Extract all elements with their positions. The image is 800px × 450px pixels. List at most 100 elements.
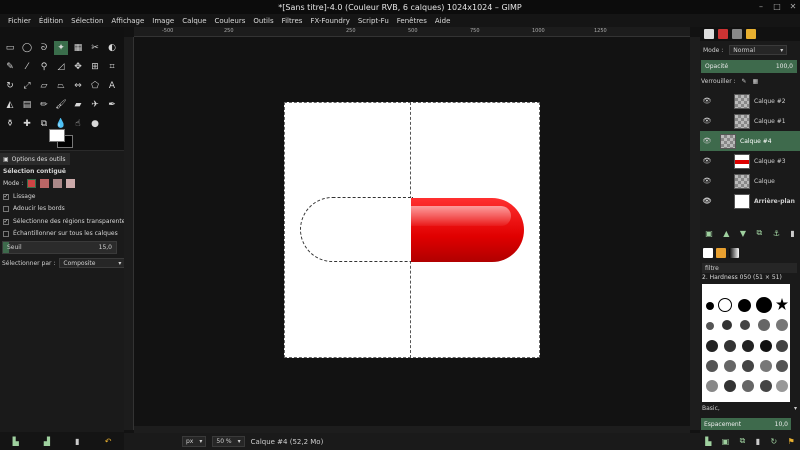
color-select-icon[interactable]: ▦ xyxy=(71,41,85,55)
unit-dropdown[interactable]: px ▾ xyxy=(182,436,207,447)
eye-icon[interactable]: 👁 xyxy=(700,177,714,185)
menu-script-fu[interactable]: Script-Fu xyxy=(354,17,393,25)
new-layer-icon[interactable]: ▣ xyxy=(705,229,713,238)
delete-brush-icon[interactable]: ▮ xyxy=(756,437,760,446)
delete-preset-icon[interactable]: ▮ xyxy=(75,437,79,446)
layers-tab-icon[interactable] xyxy=(704,29,714,39)
flip-icon[interactable]: ⇔ xyxy=(71,79,85,93)
menu-couleurs[interactable]: Couleurs xyxy=(211,17,250,25)
channels-tab-icon[interactable] xyxy=(718,29,728,39)
duplicate-brush-icon[interactable]: ⧉ xyxy=(740,436,746,446)
mode-subtract-icon[interactable] xyxy=(53,179,63,188)
menu-fenetres[interactable]: Fenêtres xyxy=(393,17,431,25)
select-by-dropdown[interactable]: Composite ▾ xyxy=(59,258,126,268)
cage-icon[interactable]: ⬠ xyxy=(88,79,102,93)
layer-row-selected[interactable]: 👁 Calque #4 xyxy=(700,131,800,151)
layer-row[interactable]: 👁 Calque #2 xyxy=(700,91,800,111)
save-preset-icon[interactable]: ▙ xyxy=(13,437,19,446)
refresh-brushes-icon[interactable]: ↻ xyxy=(771,437,778,446)
scissors-icon[interactable]: ✂ xyxy=(88,41,102,55)
close-icon[interactable]: ✕ xyxy=(788,2,798,12)
paths-tab-icon[interactable] xyxy=(732,29,742,39)
brush-item[interactable] xyxy=(776,319,788,331)
fuzzy-select-icon[interactable]: ✦ xyxy=(54,41,68,55)
brush-item[interactable] xyxy=(742,380,754,392)
move-icon[interactable]: ✥ xyxy=(71,60,85,74)
undo-tab-icon[interactable] xyxy=(746,29,756,39)
eye-icon[interactable]: 👁 xyxy=(700,157,714,165)
brush-item-selected[interactable] xyxy=(718,298,732,312)
ellipse-select-icon[interactable]: ◯ xyxy=(20,41,34,55)
measure-icon[interactable]: ◿ xyxy=(54,60,68,74)
airbrush-icon[interactable]: ✈ xyxy=(88,98,102,112)
foreground-select-icon[interactable]: ◐ xyxy=(105,41,119,55)
eye-icon[interactable]: 👁 xyxy=(700,97,714,105)
adoucir-option[interactable]: Adoucir les bords xyxy=(3,205,65,212)
brush-item[interactable] xyxy=(724,340,736,352)
brush-item[interactable] xyxy=(760,340,772,352)
brush-item[interactable] xyxy=(706,322,714,330)
menu-filtres[interactable]: Filtres xyxy=(278,17,307,25)
menu-aide[interactable]: Aide xyxy=(431,17,454,25)
adoucir-checkbox[interactable] xyxy=(3,205,9,212)
zoom-dropdown[interactable]: 50 % ▾ xyxy=(212,436,245,447)
horizontal-ruler[interactable]: -500 250 250 500 750 1000 1250 xyxy=(134,27,690,37)
mode-intersect-icon[interactable] xyxy=(66,179,76,188)
layer-row[interactable]: 👁 Calque xyxy=(700,171,800,191)
zoom-icon[interactable]: ⚲ xyxy=(37,60,51,74)
rotate-icon[interactable]: ↻ xyxy=(3,79,17,93)
brush-filter[interactable]: filtre xyxy=(702,263,797,273)
blend-icon[interactable]: ▤ xyxy=(20,98,34,112)
spacing-slider[interactable]: Espacement 10,0 xyxy=(701,418,791,430)
brush-item[interactable] xyxy=(776,298,788,310)
minimize-icon[interactable]: – xyxy=(756,2,766,12)
brush-item[interactable] xyxy=(706,340,718,352)
restore-preset-icon[interactable]: ▟ xyxy=(44,437,50,446)
mode-add-icon[interactable] xyxy=(40,179,50,188)
brush-item[interactable] xyxy=(722,320,732,330)
ink-icon[interactable]: ✒ xyxy=(105,98,119,112)
menu-image[interactable]: Image xyxy=(148,17,178,25)
lower-layer-icon[interactable]: ▼ xyxy=(740,229,746,238)
brush-item[interactable] xyxy=(760,380,772,392)
bucket-fill-icon[interactable]: ◭ xyxy=(3,98,17,112)
eraser-icon[interactable]: ▰ xyxy=(71,98,85,112)
paintbrush-icon[interactable]: 🖌 xyxy=(54,98,68,112)
vertical-ruler[interactable] xyxy=(124,37,134,430)
menu-calque[interactable]: Calque xyxy=(178,17,210,25)
perspective-icon[interactable]: ⏢ xyxy=(54,79,68,93)
reset-icon[interactable]: ↶ xyxy=(105,437,112,446)
heal-icon[interactable]: ✚ xyxy=(20,117,34,131)
mode-replace-icon[interactable] xyxy=(27,179,37,188)
layer-row[interactable]: 👁 Calque #3 xyxy=(700,151,800,171)
text-icon[interactable]: A xyxy=(105,79,119,93)
crop-icon[interactable]: ⌗ xyxy=(105,60,119,74)
brush-item[interactable] xyxy=(740,320,750,330)
brush-grid[interactable] xyxy=(702,284,790,402)
scale-icon[interactable]: ⤢ xyxy=(20,79,34,93)
rect-select-icon[interactable]: ▭ xyxy=(3,41,17,55)
opacity-slider[interactable]: Opacité 100,0 xyxy=(701,60,797,73)
menu-edition[interactable]: Édition xyxy=(35,17,67,25)
vertical-scrollbar[interactable] xyxy=(690,37,700,430)
duplicate-layer-icon[interactable]: ⧉ xyxy=(757,228,763,238)
clone-icon[interactable]: ⚱ xyxy=(3,117,17,131)
edit-brush-icon[interactable]: ▙ xyxy=(705,437,711,446)
lasso-icon[interactable]: ᘐ xyxy=(37,41,51,55)
open-brush-icon[interactable]: ⚑ xyxy=(788,437,795,446)
lissage-checkbox[interactable]: ✓ xyxy=(3,193,9,200)
brush-item[interactable] xyxy=(724,360,736,372)
threshold-slider[interactable]: Seuil 15,0 xyxy=(2,241,117,254)
align-icon[interactable]: ⊞ xyxy=(88,60,102,74)
brush-item[interactable] xyxy=(776,360,788,372)
layer-row[interactable]: 👁 Arrière-plan xyxy=(700,191,800,211)
new-brush-icon[interactable]: ▣ xyxy=(722,437,730,446)
gradients-tab-icon[interactable] xyxy=(729,248,739,258)
sample-merged-checkbox[interactable] xyxy=(3,230,9,237)
brush-item[interactable] xyxy=(706,380,718,392)
brush-item[interactable] xyxy=(756,297,772,313)
eye-icon[interactable]: 👁 xyxy=(700,117,714,125)
eye-icon[interactable]: 👁 xyxy=(700,197,714,205)
lock-pixels-icon[interactable]: ✎ xyxy=(742,78,747,85)
menu-affichage[interactable]: Affichage xyxy=(107,17,148,25)
